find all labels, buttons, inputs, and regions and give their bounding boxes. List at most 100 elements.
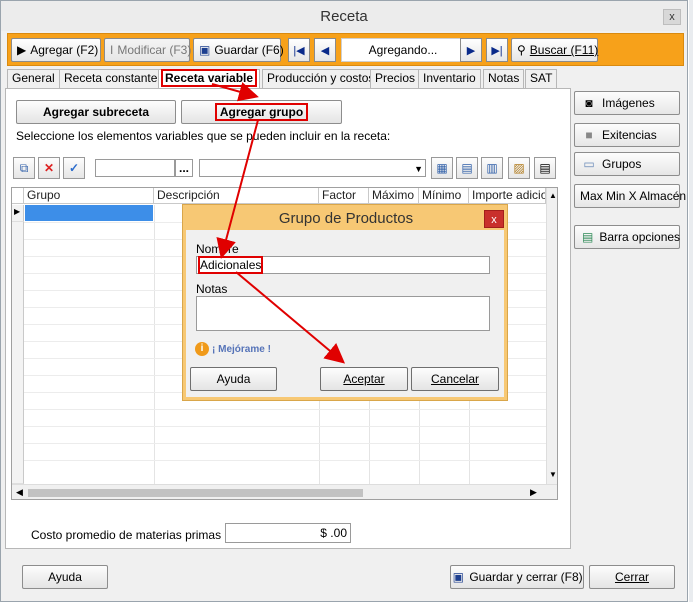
skip-first-icon: |◀	[293, 44, 305, 57]
column-header-importe[interactable]: Importe adicion	[469, 188, 546, 204]
existencias-button[interactable]: ■ Exitencias	[574, 123, 680, 147]
agregar-subreceta-button[interactable]: Agregar subreceta	[16, 100, 176, 124]
nombre-label: Nombre	[196, 242, 239, 256]
horizontal-scrollbar[interactable]: ◀ ▶	[12, 484, 557, 499]
guardar-button[interactable]: ▣ Guardar (F6)	[193, 38, 284, 62]
max-min-almacen-button[interactable]: Max Min X Almacén	[574, 184, 686, 208]
add-cursor-icon: ▶	[17, 43, 27, 57]
cerrar-button[interactable]: Cerrar	[589, 565, 675, 589]
modificar-button[interactable]: I Modificar (F3)	[104, 38, 192, 62]
export-button[interactable]: ▤	[534, 157, 556, 179]
window-close-button[interactable]: x	[663, 9, 681, 25]
tab-general[interactable]: General	[7, 69, 60, 88]
mejorame-label: ¡ Mejórame !	[212, 343, 271, 355]
modificar-label: Modificar (F3)	[117, 43, 192, 57]
tab-precios[interactable]: Precios	[370, 69, 421, 88]
scroll-down-icon: ▼	[549, 470, 557, 479]
next-record-button[interactable]: ▶	[460, 38, 482, 62]
last-record-button[interactable]: ▶|	[486, 38, 508, 62]
agregar-grupo-button[interactable]: Agregar grupo	[181, 100, 342, 124]
tab-label: Notas	[488, 71, 520, 85]
nombre-input[interactable]: Adicionales	[196, 256, 490, 274]
scroll-thumb[interactable]	[28, 489, 363, 497]
imagenes-label: Imágenes	[602, 96, 655, 110]
skip-last-icon: ▶|	[491, 44, 503, 57]
picture-icon: ▨	[513, 161, 525, 175]
grupo-productos-dialog: Grupo de Productos x Nombre Adicionales …	[182, 204, 508, 401]
buscar-label: Buscar (F11)	[529, 43, 599, 57]
floppy-disk-icon: ▣	[199, 43, 211, 57]
chevron-down-icon: ▼	[414, 164, 423, 174]
confirm-row-button[interactable]: ✓	[63, 157, 85, 179]
costo-field: $ .00	[225, 523, 351, 543]
grid-icon: ▦	[436, 161, 448, 175]
column-header-descripcion[interactable]: Descripción	[154, 188, 319, 204]
column-header-factor[interactable]: Factor	[319, 188, 369, 204]
guardar-label: Guardar (F6)	[214, 43, 284, 57]
tab-sat[interactable]: SAT	[525, 69, 558, 88]
notas-label: Notas	[196, 282, 228, 296]
window-icon: ▭	[583, 157, 595, 171]
copy-row-button[interactable]: ⧉	[13, 157, 35, 179]
document-icon: ▤	[539, 161, 551, 175]
tab-notas[interactable]: Notas	[483, 69, 525, 88]
max-min-label: Max Min X Almacén	[580, 189, 687, 203]
column-header-maximo[interactable]: Máximo	[369, 188, 419, 204]
row-header[interactable]: ▶	[12, 205, 24, 222]
cancelar-button[interactable]: Cancelar	[411, 367, 499, 391]
grid-rows-icon: ▤	[461, 161, 473, 175]
group-code-input[interactable]	[95, 159, 175, 177]
first-record-button[interactable]: |◀	[288, 38, 310, 62]
tab-produccion-costos[interactable]: Producción y costos	[262, 69, 380, 88]
grid-columns-icon: ▥	[486, 161, 498, 175]
dialog-close-button[interactable]: x	[484, 210, 504, 228]
grid-view-button-3[interactable]: ▥	[481, 157, 503, 179]
agregar-grupo-label: Agregar grupo	[214, 103, 309, 121]
floppy-disk-icon: ▣	[452, 570, 464, 584]
grid-line	[24, 443, 546, 444]
tab-inventario[interactable]: Inventario	[418, 69, 481, 88]
grid-line	[24, 460, 546, 461]
column-header-minimo[interactable]: Mínimo	[419, 188, 469, 204]
grid-line	[24, 409, 546, 410]
notas-textarea[interactable]	[196, 296, 490, 331]
main-toolbar: ▶ Agregar (F2) I Modificar (F3) ▣ Guarda…	[7, 33, 684, 66]
tab-label: Producción y costos	[267, 71, 375, 85]
group-select[interactable]: ▼	[199, 159, 426, 177]
options-bar-icon: ▤	[582, 230, 594, 244]
grid-line	[24, 426, 546, 427]
dialog-ayuda-button[interactable]: Ayuda	[190, 367, 277, 391]
tab-receta-variable[interactable]: Receta variable	[158, 69, 261, 89]
imagenes-button[interactable]: ◙ Imágenes	[574, 91, 680, 115]
next-icon: ▶	[466, 44, 476, 57]
tab-label: SAT	[530, 71, 553, 85]
camera-icon: ◙	[585, 96, 593, 110]
agregar-button[interactable]: ▶ Agregar (F2)	[11, 38, 101, 62]
barra-opciones-button[interactable]: ▤ Barra opciones	[574, 225, 680, 249]
vertical-scrollbar[interactable]: ▲ ▼	[546, 188, 557, 484]
selected-cell[interactable]	[25, 205, 153, 221]
costo-label: Costo promedio de materias primas	[31, 528, 222, 542]
existencias-label: Exitencias	[602, 128, 657, 142]
ayuda-button[interactable]: Ayuda	[22, 565, 108, 589]
grid-view-button-2[interactable]: ▤	[456, 157, 478, 179]
guardar-cerrar-label: Guardar y cerrar (F8)	[469, 570, 583, 584]
column-header-grupo[interactable]: Grupo	[24, 188, 154, 204]
delete-row-button[interactable]: ✕	[38, 157, 60, 179]
previous-record-button[interactable]: ◀	[314, 38, 336, 62]
aceptar-button[interactable]: Aceptar	[320, 367, 408, 391]
lookup-button[interactable]: ...	[175, 159, 193, 177]
dialog-title: Grupo de Productos	[278, 210, 414, 227]
tab-receta-constante[interactable]: Receta constante	[59, 69, 163, 88]
row-header-column	[12, 222, 24, 484]
lightbulb-icon: i	[195, 342, 209, 356]
grid-view-button-1[interactable]: ▦	[431, 157, 453, 179]
image-button[interactable]: ▨	[508, 157, 530, 179]
box-icon: ■	[585, 128, 593, 142]
previous-icon: ◀	[320, 44, 330, 57]
guardar-cerrar-button[interactable]: ▣ Guardar y cerrar (F8)	[450, 565, 584, 589]
mejorame-link[interactable]: i ¡ Mejórame !	[195, 342, 271, 356]
background-window-edge	[689, 0, 693, 602]
buscar-button[interactable]: ⚲ Buscar (F11)	[511, 38, 598, 62]
grupos-button[interactable]: ▭ Grupos	[574, 152, 680, 176]
